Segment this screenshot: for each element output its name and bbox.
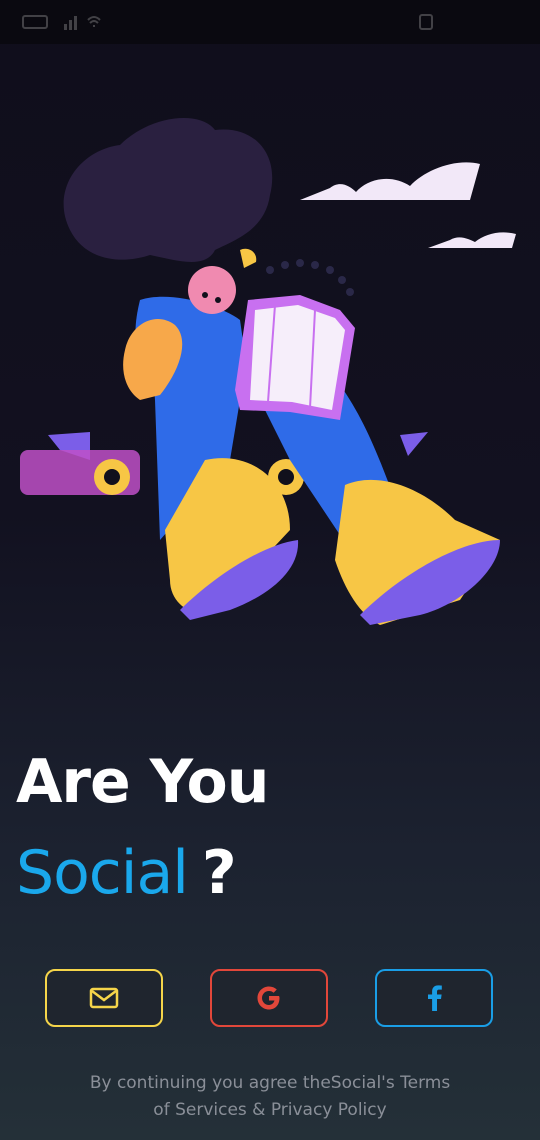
head [188, 266, 236, 314]
notification-icon [22, 15, 48, 29]
explorer-illustration [20, 118, 516, 625]
headline-question-mark: ? [201, 838, 237, 908]
battery-icon [419, 14, 433, 30]
email-login-button[interactable] [45, 969, 163, 1027]
headline-line1: Are You [16, 747, 269, 817]
headline-line2: Social? [16, 843, 237, 903]
terms-line1: By continuing you agree theSocial's Term… [89, 1073, 451, 1093]
terms-text: By continuing you agree theSocial's Term… [0, 1070, 540, 1124]
facebook-login-button[interactable] [375, 969, 493, 1027]
headline-accent-word: Social [16, 838, 189, 908]
mail-icon [89, 987, 119, 1009]
google-login-button[interactable] [210, 969, 328, 1027]
facebook-icon [428, 985, 442, 1011]
cloud-shape [300, 162, 480, 200]
wifi-icon [87, 16, 101, 27]
terms-line2[interactable]: of Services & Privacy Policy [0, 1097, 540, 1124]
smoke-cloud [63, 118, 273, 262]
google-icon [257, 986, 280, 1010]
status-bar [0, 0, 540, 44]
signal-icon [64, 16, 77, 30]
cloud-shape [428, 232, 516, 248]
